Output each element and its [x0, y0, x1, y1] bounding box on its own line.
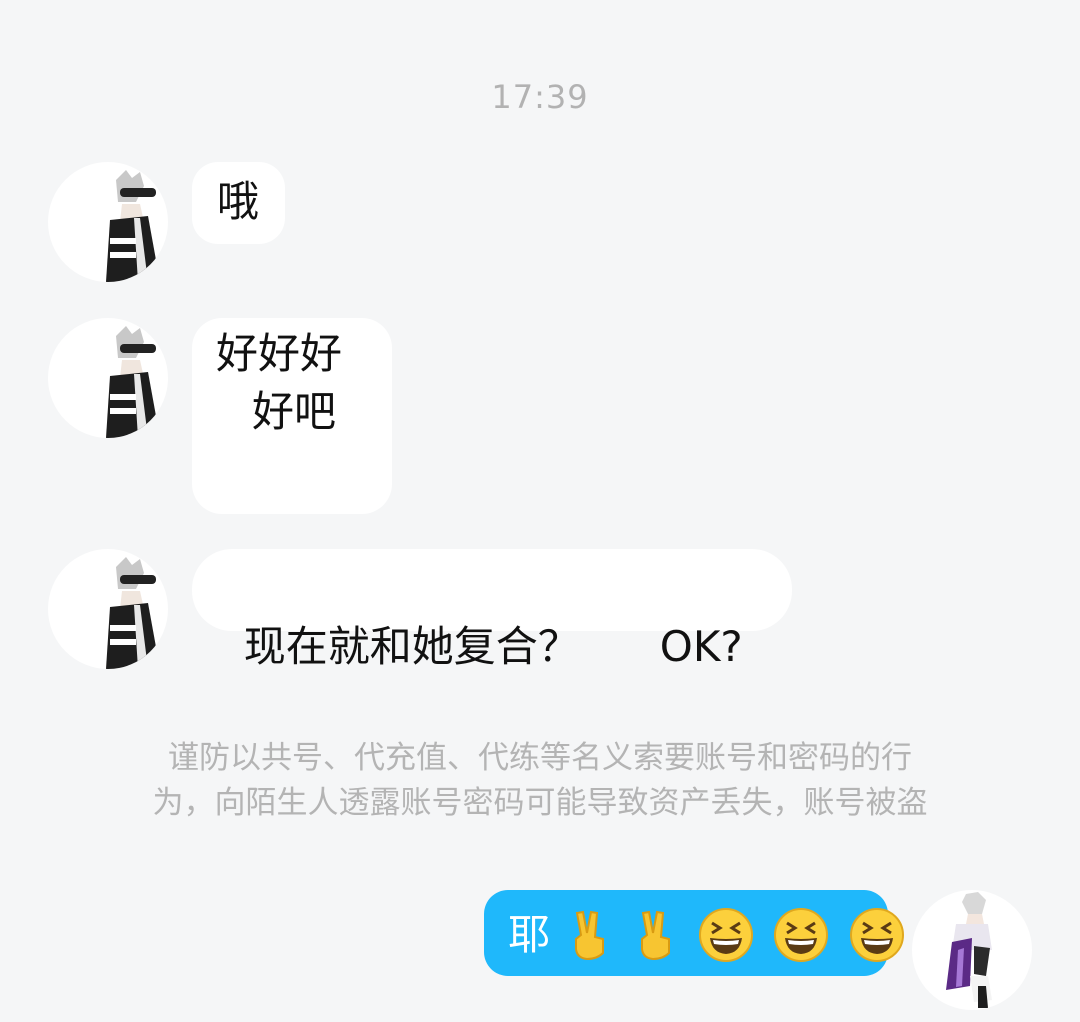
- grinning-squinting-face-icon: [849, 907, 904, 962]
- message-text-line: 好好好: [216, 329, 343, 378]
- my-message-bubble[interactable]: 耶: [484, 890, 904, 976]
- message-text: 耶: [508, 909, 551, 959]
- victory-hand-icon: [575, 910, 605, 960]
- grinning-squinting-face-icon: [699, 907, 754, 962]
- message-text: 现在就和她复合？ OK?: [243, 622, 743, 671]
- friend-avatar[interactable]: [48, 318, 168, 438]
- friend-message-bubble[interactable]: 哦: [192, 162, 285, 244]
- chat-timestamp: 17:39: [491, 78, 589, 116]
- friend-message-bubble[interactable]: 好好好 好吧: [192, 318, 392, 514]
- friend-avatar[interactable]: [48, 549, 168, 669]
- notice-line: 谨防以共号、代充值、代练等名义索要账号和密码的行: [168, 740, 912, 776]
- message-text: 哦: [217, 177, 260, 226]
- security-notice: 谨防以共号、代充值、代练等名义索要账号和密码的行 为，向陌生人透露账号密码可能导…: [60, 736, 1020, 826]
- notice-line: 为，向陌生人透露账号密码可能导致资产丢失，账号被盗: [152, 785, 928, 821]
- message-text-line: 好吧: [252, 387, 337, 436]
- grinning-squinting-face-icon: [774, 907, 829, 962]
- friend-avatar[interactable]: [48, 162, 168, 282]
- victory-hand-icon: [640, 910, 670, 960]
- my-avatar[interactable]: [912, 890, 1032, 1010]
- friend-message-bubble[interactable]: 现在就和她复合？ OK?: [192, 549, 792, 671]
